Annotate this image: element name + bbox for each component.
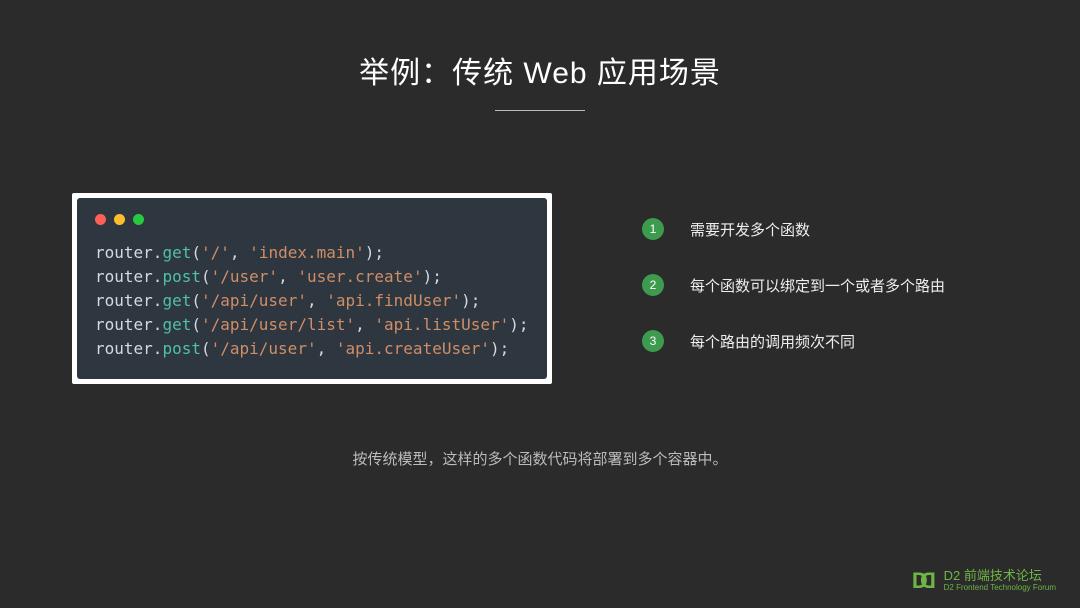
slide-title: 举例：传统 Web 应用场景 [0, 0, 1080, 92]
logo-subtitle: D2 Frontend Technology Forum [944, 584, 1056, 593]
code-line: router.get('/api/user', 'api.findUser'); [95, 289, 529, 313]
logo-icon: DD [912, 568, 936, 594]
code-line: router.get('/api/user/list', 'api.listUs… [95, 313, 529, 337]
code-window: router.get('/', 'index.main'); router.po… [72, 193, 552, 384]
bullet-text: 需要开发多个函数 [690, 219, 810, 240]
bullet-text: 每个路由的调用频次不同 [690, 331, 855, 352]
bullet-number-badge: 1 [642, 218, 664, 240]
caption-text: 按传统模型，这样的多个函数代码将部署到多个容器中。 [0, 448, 1080, 469]
bullet-number-badge: 3 [642, 330, 664, 352]
minimize-icon [114, 214, 125, 225]
bullet-number-badge: 2 [642, 274, 664, 296]
bullet-list: 1 需要开发多个函数 2 每个函数可以绑定到一个或者多个路由 3 每个路由的调用… [552, 193, 1020, 386]
logo-title: D2 前端技术论坛 [944, 569, 1056, 583]
list-item: 2 每个函数可以绑定到一个或者多个路由 [642, 274, 1020, 296]
list-item: 1 需要开发多个函数 [642, 218, 1020, 240]
code-block: router.get('/', 'index.main'); router.po… [95, 241, 529, 361]
logo-text: D2 前端技术论坛 D2 Frontend Technology Forum [944, 569, 1056, 592]
window-controls [95, 214, 529, 225]
content-area: router.get('/', 'index.main'); router.po… [0, 111, 1080, 386]
close-icon [95, 214, 106, 225]
footer-logo: DD D2 前端技术论坛 D2 Frontend Technology Foru… [912, 568, 1056, 594]
terminal-inner: router.get('/', 'index.main'); router.po… [77, 198, 547, 379]
bullet-text: 每个函数可以绑定到一个或者多个路由 [690, 275, 945, 296]
code-line: router.post('/api/user', 'api.createUser… [95, 337, 529, 361]
code-line: router.get('/', 'index.main'); [95, 241, 529, 265]
maximize-icon [133, 214, 144, 225]
code-line: router.post('/user', 'user.create'); [95, 265, 529, 289]
list-item: 3 每个路由的调用频次不同 [642, 330, 1020, 352]
